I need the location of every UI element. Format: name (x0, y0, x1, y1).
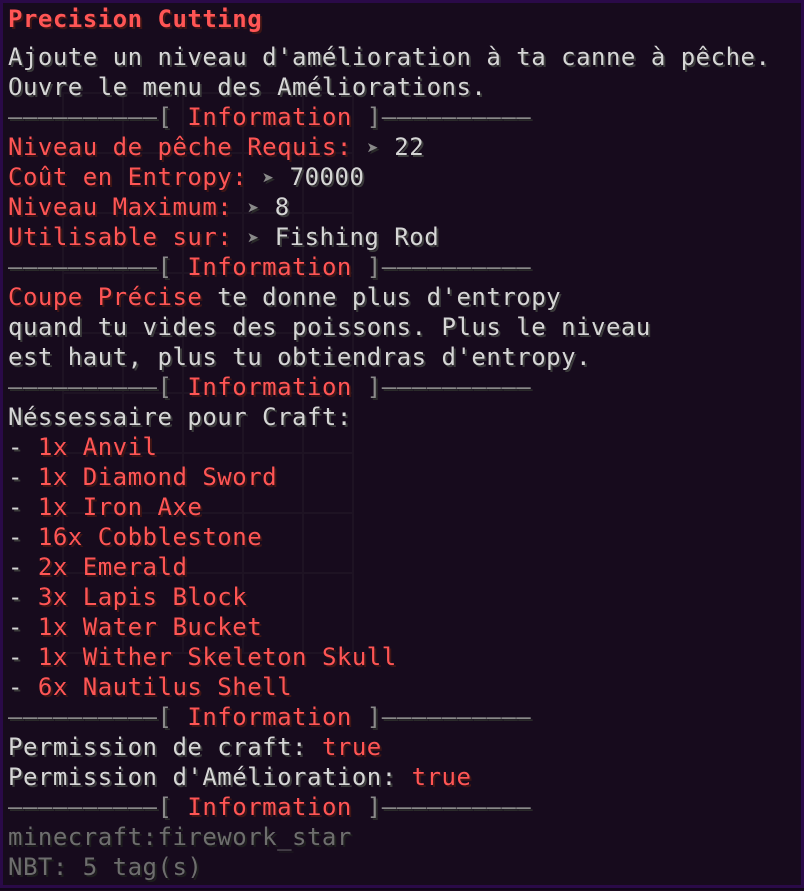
craft-item: - 1x Anvil (8, 432, 158, 462)
separator-left: ——————————[ (8, 253, 173, 281)
craft-item-text: 1x Wither Skeleton Skull (37, 643, 397, 671)
craft-item-text: 1x Anvil (37, 433, 158, 461)
information-separator: ——————————[ Information ]—————————— (8, 372, 531, 402)
bullet: - (8, 643, 38, 671)
stat-max-level: Niveau Maximum: ➤ 8 (8, 192, 290, 222)
craft-item: - 6x Nautilus Shell (8, 672, 292, 702)
craft-item-text: 1x Water Bucket (37, 613, 263, 641)
permission-label: Permission d'Amélioration: (8, 763, 412, 791)
info-text: te donne plus d'entropy (202, 283, 562, 311)
tooltip-title: Precision Cutting (8, 5, 263, 33)
craft-item-text: 1x Iron Axe (37, 493, 203, 521)
info-text-line-3: est haut, plus tu obtiendras d'entropy. (8, 343, 592, 371)
permission-value: true (321, 733, 382, 761)
arrow-icon: ➤ (262, 166, 275, 190)
separator-left: ——————————[ (8, 703, 173, 731)
bullet: - (8, 553, 38, 581)
stat-entropy-cost: Coût en Entropy: ➤ 70000 (8, 162, 364, 192)
craft-item: - 1x Water Bucket (8, 612, 262, 642)
craft-item-text: 1x Diamond Sword (37, 463, 278, 491)
description-line-1: Ajoute un niveau d'amélioration à ta can… (8, 43, 771, 71)
separator-right: ]—————————— (366, 793, 532, 821)
separator-label: Information (172, 103, 367, 131)
stat-value: 70000 (289, 163, 365, 191)
arrow-icon: ➤ (366, 136, 380, 160)
bullet: - (8, 523, 38, 551)
craft-item: - 1x Iron Axe (8, 492, 202, 522)
stat-label: Utilisable sur: (8, 223, 233, 251)
craft-header: Néssessaire pour Craft: (8, 403, 352, 431)
stat-label: Niveau de pêche Requis: (8, 133, 352, 161)
stat-value: 22 (394, 133, 425, 161)
stat-value: 8 (274, 193, 290, 221)
permission-upgrade: Permission d'Amélioration: true (8, 762, 471, 792)
information-separator: ——————————[ Information ]—————————— (8, 792, 531, 822)
separator-right: ]—————————— (366, 703, 532, 731)
arrow-icon: ➤ (247, 196, 260, 220)
craft-item: - 16x Cobblestone (8, 522, 262, 552)
info-text-line-2: quand tu vides des poissons. Plus le niv… (8, 313, 651, 341)
bullet: - (8, 583, 38, 611)
information-separator: ——————————[ Information ]—————————— (8, 102, 531, 132)
stat-required-level: Niveau de pêche Requis: ➤ 22 (8, 132, 424, 162)
separator-label: Information (172, 793, 367, 821)
description-line-2: Ouvre le menu des Améliorations. (8, 73, 487, 101)
info-highlight: Coupe Précise (8, 283, 203, 311)
craft-item: - 2x Emerald (8, 552, 187, 582)
stat-label: Coût en Entropy: (8, 163, 248, 191)
separator-label: Information (172, 703, 367, 731)
craft-item-text: 3x Lapis Block (37, 583, 248, 611)
arrow-icon: ➤ (247, 226, 260, 250)
stat-value: Fishing Rod (274, 223, 440, 251)
permission-label: Permission de craft: (8, 733, 322, 761)
bullet: - (8, 673, 38, 701)
bullet: - (8, 493, 38, 521)
separator-left: ——————————[ (8, 373, 173, 401)
separator-label: Information (172, 373, 367, 401)
bullet: - (8, 433, 38, 461)
craft-item: - 1x Diamond Sword (8, 462, 277, 492)
information-separator: ——————————[ Information ]—————————— (8, 252, 531, 282)
information-separator: ——————————[ Information ]—————————— (8, 702, 531, 732)
stat-label: Niveau Maximum: (8, 193, 233, 221)
craft-item-text: 2x Emerald (37, 553, 188, 581)
craft-item: - 3x Lapis Block (8, 582, 247, 612)
separator-right: ]—————————— (366, 373, 532, 401)
craft-item-text: 16x Cobblestone (37, 523, 263, 551)
permission-value: true (411, 763, 472, 791)
bullet: - (8, 613, 38, 641)
item-id: minecraft:firework_star (8, 823, 352, 851)
craft-item-text: 6x Nautilus Shell (37, 673, 293, 701)
separator-label: Information (172, 253, 367, 281)
separator-left: ——————————[ (8, 103, 173, 131)
craft-item: - 1x Wither Skeleton Skull (8, 642, 397, 672)
separator-right: ]—————————— (366, 103, 532, 131)
bullet: - (8, 463, 38, 491)
separator-left: ——————————[ (8, 793, 173, 821)
info-text-line-1: Coupe Précise te donne plus d'entropy (8, 282, 561, 312)
permission-craft: Permission de craft: true (8, 732, 382, 762)
separator-right: ]—————————— (366, 253, 532, 281)
stat-usable-on: Utilisable sur: ➤ Fishing Rod (8, 222, 439, 252)
nbt-count: NBT: 5 tag(s) (8, 853, 203, 881)
